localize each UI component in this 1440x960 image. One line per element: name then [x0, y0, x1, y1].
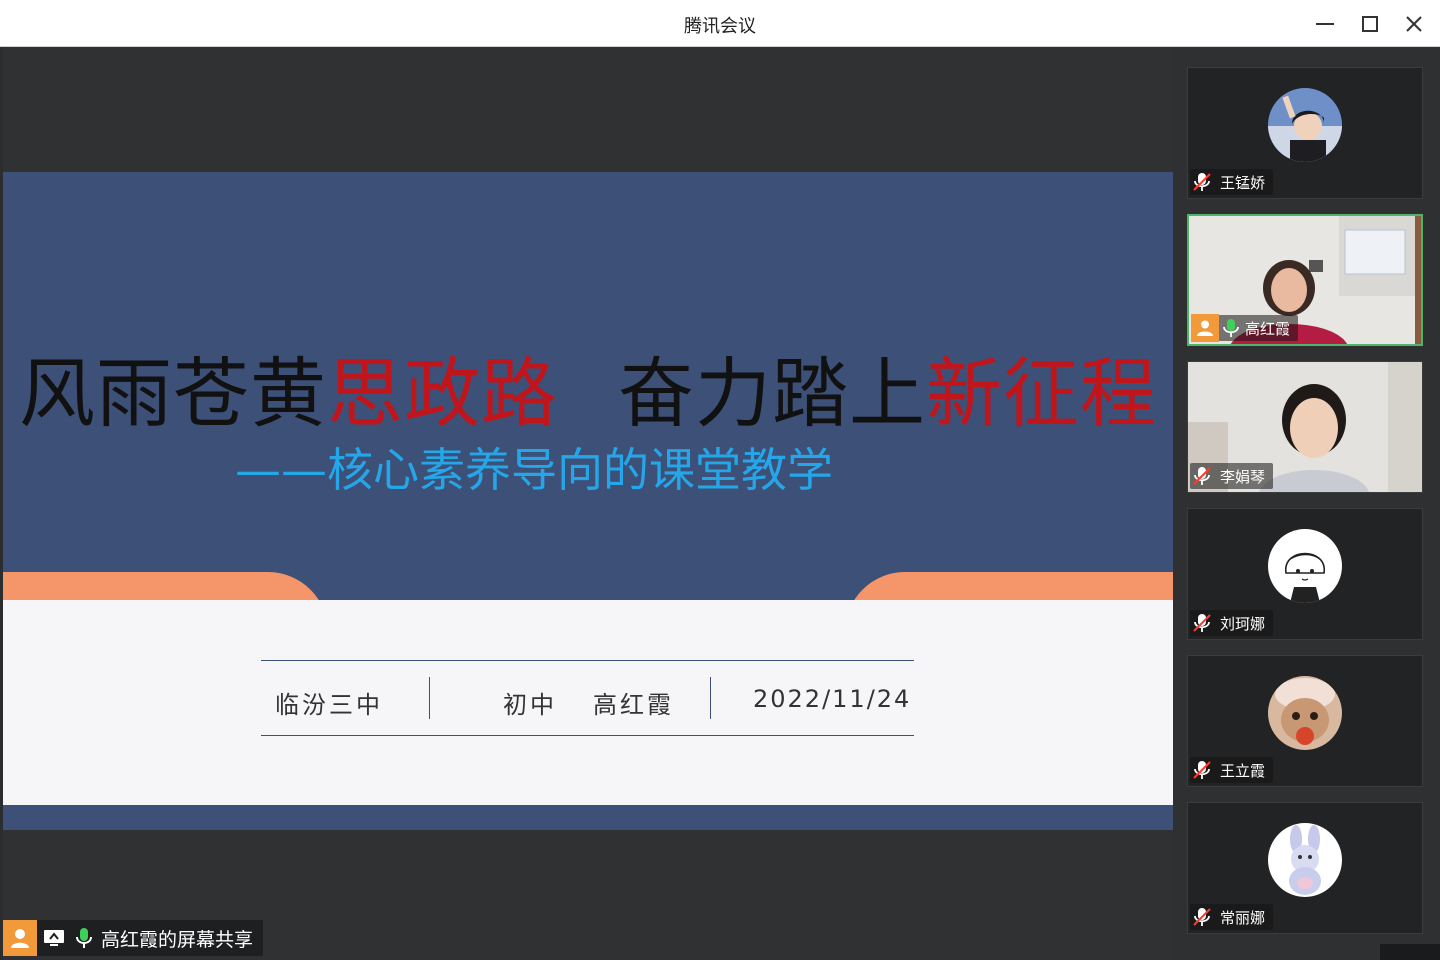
slide-title-part-2: 思政路 — [327, 349, 558, 438]
microphone-on-icon — [1219, 316, 1243, 340]
microphone-muted-icon — [1190, 170, 1214, 194]
slide-title-part-4: 新征程 — [926, 349, 1157, 438]
cat-avatar — [1268, 676, 1342, 750]
participant-name: 刘珂娜 — [1220, 614, 1266, 633]
microphone-on-icon — [71, 925, 97, 951]
window-title: 腾讯会议 — [684, 16, 756, 37]
participant-name: 常丽娜 — [1220, 908, 1266, 927]
presentation-slide: 风雨苍黄思政路 奋力踏上新征程 ——核心素养导向的课堂教学 临汾三中 初中 高红霞… — [3, 172, 1173, 830]
screen-share-view[interactable]: 风雨苍黄思政路 奋力踏上新征程 ——核心素养导向的课堂教学 临汾三中 初中 高红霞… — [3, 47, 1173, 960]
participant-name: 高红霞 — [1245, 319, 1291, 338]
participant-namebar: 高红霞 — [1191, 314, 1299, 342]
host-user-icon — [3, 920, 37, 956]
close-icon — [1406, 16, 1422, 32]
maximize-icon — [1362, 16, 1378, 32]
participant-tile[interactable]: 刘珂娜 — [1187, 508, 1423, 640]
participant-name: 王锰娇 — [1220, 173, 1266, 192]
photo-avatar — [1268, 88, 1342, 162]
slide-date: 2022/11/24 — [753, 685, 912, 713]
minimize-icon — [1316, 23, 1334, 25]
participant-panel[interactable]: 王锰娇 高红霞 李娟琴 刘珂娜 王立霞 常丽娜 — [1173, 47, 1440, 960]
microphone-muted-icon — [1190, 611, 1214, 635]
slide-school: 临汾三中 — [275, 691, 383, 719]
title-bar: 腾讯会议 — [0, 0, 1440, 47]
screen-share-owner-text: 高红霞的屏幕共享 — [101, 928, 254, 951]
slide-info-box: 临汾三中 初中 高红霞 2022/11/24 — [261, 660, 914, 736]
divider — [710, 677, 711, 719]
panel-footer — [1380, 944, 1440, 960]
participant-tile[interactable]: 王锰娇 — [1187, 67, 1423, 199]
participant-tile[interactable]: 常丽娜 — [1187, 802, 1423, 934]
screen-share-icon — [41, 925, 67, 951]
participant-namebar: 刘珂娜 — [1190, 610, 1274, 636]
cartoon-girl-avatar — [1268, 529, 1342, 603]
participant-namebar: 王立霞 — [1190, 757, 1274, 783]
participant-namebar: 王锰娇 — [1190, 169, 1274, 195]
bunny-toy-avatar — [1268, 823, 1342, 897]
close-button[interactable] — [1400, 10, 1428, 38]
slide-grade: 初中 — [503, 691, 557, 719]
microphone-muted-icon — [1190, 758, 1214, 782]
minimize-button[interactable] — [1311, 10, 1339, 38]
slide-title-part-3: 奋力踏上 — [618, 349, 926, 438]
slide-subtitle: ——核心素养导向的课堂教学 — [235, 443, 833, 497]
screen-share-owner-label: 高红霞的屏幕共享 — [3, 920, 264, 956]
maximize-button[interactable] — [1356, 10, 1384, 38]
participant-name: 李娟琴 — [1220, 467, 1266, 486]
microphone-muted-icon — [1190, 905, 1214, 929]
participant-namebar: 常丽娜 — [1190, 904, 1274, 930]
slide-title-part-1: 风雨苍黄 — [19, 349, 327, 438]
participant-tile-active-speaker[interactable]: 高红霞 — [1187, 214, 1423, 346]
participant-name: 王立霞 — [1220, 761, 1266, 780]
slide-teacher: 高红霞 — [593, 691, 674, 719]
participant-tile[interactable]: 王立霞 — [1187, 655, 1423, 787]
microphone-muted-icon — [1190, 464, 1214, 488]
slide-title: 风雨苍黄思政路 奋力踏上新征程 — [3, 332, 1173, 442]
host-badge-icon — [1191, 314, 1219, 342]
participant-tile[interactable]: 李娟琴 — [1187, 361, 1423, 493]
divider — [429, 677, 430, 719]
participant-namebar: 李娟琴 — [1190, 463, 1274, 489]
